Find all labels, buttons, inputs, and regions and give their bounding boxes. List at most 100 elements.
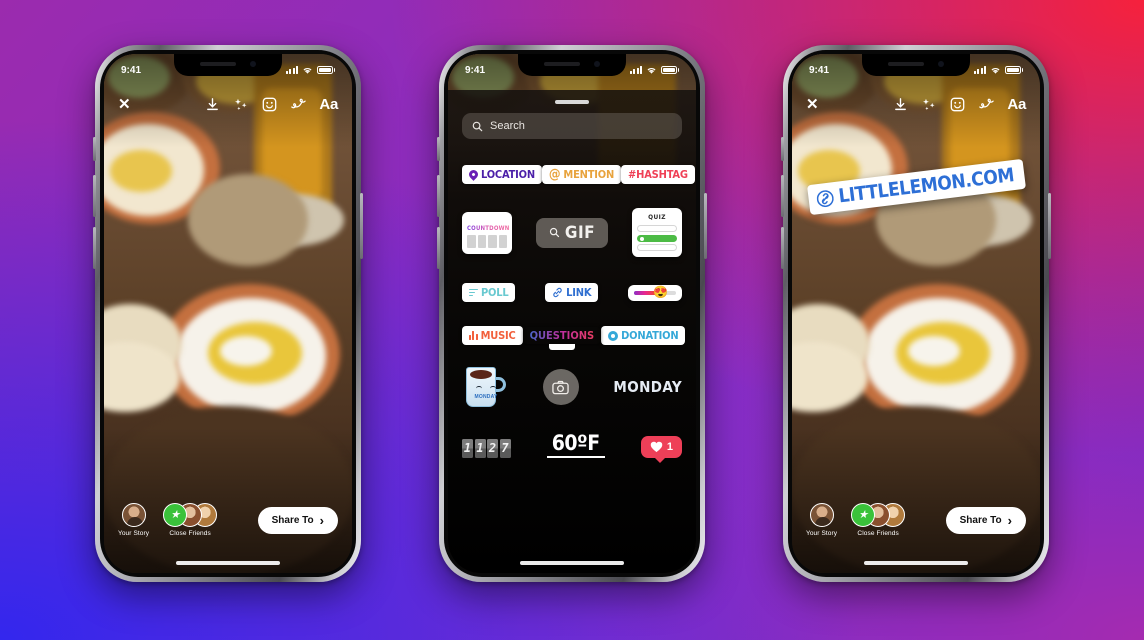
sticker-flip-clock[interactable]: 1 1 2 7: [462, 439, 511, 458]
text-tool-icon[interactable]: Aa: [1007, 96, 1026, 113]
mute-switch[interactable]: [93, 137, 96, 161]
volume-down-button[interactable]: [93, 227, 96, 269]
audience-your-story[interactable]: Your Story: [118, 503, 149, 537]
sticker-row-5: MONDAY MONDAY: [462, 363, 682, 411]
avatar: [809, 503, 834, 527]
sticker-poll[interactable]: POLL: [462, 283, 516, 302]
power-button[interactable]: [360, 193, 363, 259]
sticker-countdown-label: COUNTDOWN: [467, 224, 510, 232]
wifi-icon: [647, 67, 656, 74]
close-icon[interactable]: ✕: [118, 95, 131, 113]
sticker-monday-mug[interactable]: MONDAY: [462, 363, 508, 411]
star-icon: ★: [170, 508, 181, 521]
audience-close-friends[interactable]: ★ Close Friends: [163, 503, 218, 537]
sticker-poll-label: POLL: [481, 286, 509, 299]
phone-right: 9:41 ✕ Aa LITTLELEMON.COM Your Story ★ C…: [781, 45, 1051, 582]
wallpaper-stage: 9:41 ✕ Aa Your Story ★ Close Friends Sha…: [0, 0, 1144, 640]
home-indicator[interactable]: [520, 561, 624, 565]
at-sign-icon: @: [548, 167, 561, 182]
volume-up-button[interactable]: [781, 175, 784, 217]
home-indicator[interactable]: [176, 561, 280, 565]
sticker-music[interactable]: MUSIC: [462, 326, 523, 345]
sparkles-icon[interactable]: [921, 97, 937, 112]
sticker-smiley-icon[interactable]: [262, 97, 277, 112]
mug-face: [475, 386, 497, 391]
power-button[interactable]: [704, 193, 707, 259]
audience-your-story[interactable]: Your Story: [806, 503, 837, 537]
avatar: [121, 503, 146, 527]
audience-close-friends[interactable]: ★ Close Friends: [851, 503, 906, 537]
wifi-icon: [303, 67, 312, 74]
mute-switch[interactable]: [437, 137, 440, 161]
sticker-link[interactable]: LINK: [545, 283, 599, 302]
cellular-signal-icon: [285, 66, 299, 74]
sparkles-icon[interactable]: [233, 97, 249, 112]
sticker-location[interactable]: LOCATION: [462, 165, 542, 184]
sticker-search-bar[interactable]: Search: [462, 113, 682, 139]
share-to-button[interactable]: Share To ›: [257, 507, 338, 534]
front-camera: [250, 61, 256, 67]
download-icon[interactable]: [893, 97, 908, 112]
sticker-emoji-slider[interactable]: 😍: [628, 284, 682, 301]
cellular-signal-icon: [629, 66, 643, 74]
share-to-label: Share To: [959, 515, 1002, 526]
sticker-quiz[interactable]: QUIZ: [632, 208, 682, 257]
sticker-gif[interactable]: GIF: [535, 217, 609, 248]
quiz-option: [637, 244, 677, 251]
camera-icon: [552, 380, 569, 394]
sticker-like-count[interactable]: 1: [640, 436, 682, 463]
sticker-countdown[interactable]: COUNTDOWN: [462, 211, 512, 254]
like-count-label: 1: [666, 441, 673, 453]
cellular-signal-icon: [973, 66, 987, 74]
star-icon: ★: [858, 508, 869, 521]
mug-body: MONDAY: [466, 367, 497, 407]
search-icon: [472, 121, 483, 131]
front-camera: [594, 61, 600, 67]
front-camera: [938, 61, 944, 67]
chevron-right-icon: ›: [1007, 513, 1012, 528]
share-to-button[interactable]: Share To ›: [945, 507, 1026, 534]
avatar-stack: ★: [851, 503, 906, 527]
home-indicator[interactable]: [864, 561, 968, 565]
phone-notch: [518, 54, 626, 76]
sticker-donation[interactable]: DONATION: [601, 326, 686, 345]
close-icon[interactable]: ✕: [806, 95, 819, 113]
music-equalizer-icon: [469, 331, 478, 340]
location-pin-icon: [467, 168, 480, 181]
phone-left: 9:41 ✕ Aa Your Story ★ Close Friends Sha…: [93, 45, 363, 582]
countdown-blocks: [467, 234, 507, 248]
share-bar: Your Story ★ Close Friends Share To ›: [104, 503, 352, 555]
search-placeholder: Search: [490, 120, 525, 132]
text-tool-icon[interactable]: Aa: [319, 96, 338, 113]
emoji-slider-knob[interactable]: 😍: [653, 286, 668, 298]
sticker-temperature[interactable]: 60ºF: [546, 431, 605, 458]
sticker-hashtag[interactable]: #HASHTAG: [621, 165, 695, 184]
draw-squiggle-icon[interactable]: [290, 97, 307, 111]
battery-icon: [317, 66, 334, 74]
avatar-stack: ★: [163, 503, 218, 527]
volume-up-button[interactable]: [437, 175, 440, 217]
sticker-questions-label: QUESTIONS: [529, 329, 595, 342]
sticker-smiley-icon[interactable]: [950, 97, 965, 112]
your-story-label: Your Story: [806, 530, 838, 537]
sticker-row-4: MUSIC QUESTIONS DONATION: [462, 326, 686, 350]
draw-squiggle-icon[interactable]: [978, 97, 995, 111]
earpiece-speaker: [200, 62, 236, 66]
sticker-questions[interactable]: QUESTIONS: [523, 326, 602, 350]
phone-screen: 9:41 ✕: [792, 54, 1040, 573]
power-button[interactable]: [1048, 193, 1051, 259]
sticker-camera[interactable]: [542, 369, 579, 405]
volume-down-button[interactable]: [781, 227, 784, 269]
phone-notch: [174, 54, 282, 76]
story-editor-toolbar: ✕ Aa: [792, 84, 1040, 124]
volume-up-button[interactable]: [93, 175, 96, 217]
sticker-monday-text[interactable]: MONDAY: [613, 378, 682, 396]
sticker-mention[interactable]: @ MENTION: [541, 165, 622, 184]
volume-down-button[interactable]: [437, 227, 440, 269]
download-icon[interactable]: [205, 97, 220, 112]
sticker-donation-label: DONATION: [621, 329, 679, 342]
mute-switch[interactable]: [781, 137, 784, 161]
drag-handle[interactable]: [555, 100, 589, 104]
status-time: 9:41: [809, 64, 830, 76]
flip-digit: 7: [499, 439, 511, 458]
